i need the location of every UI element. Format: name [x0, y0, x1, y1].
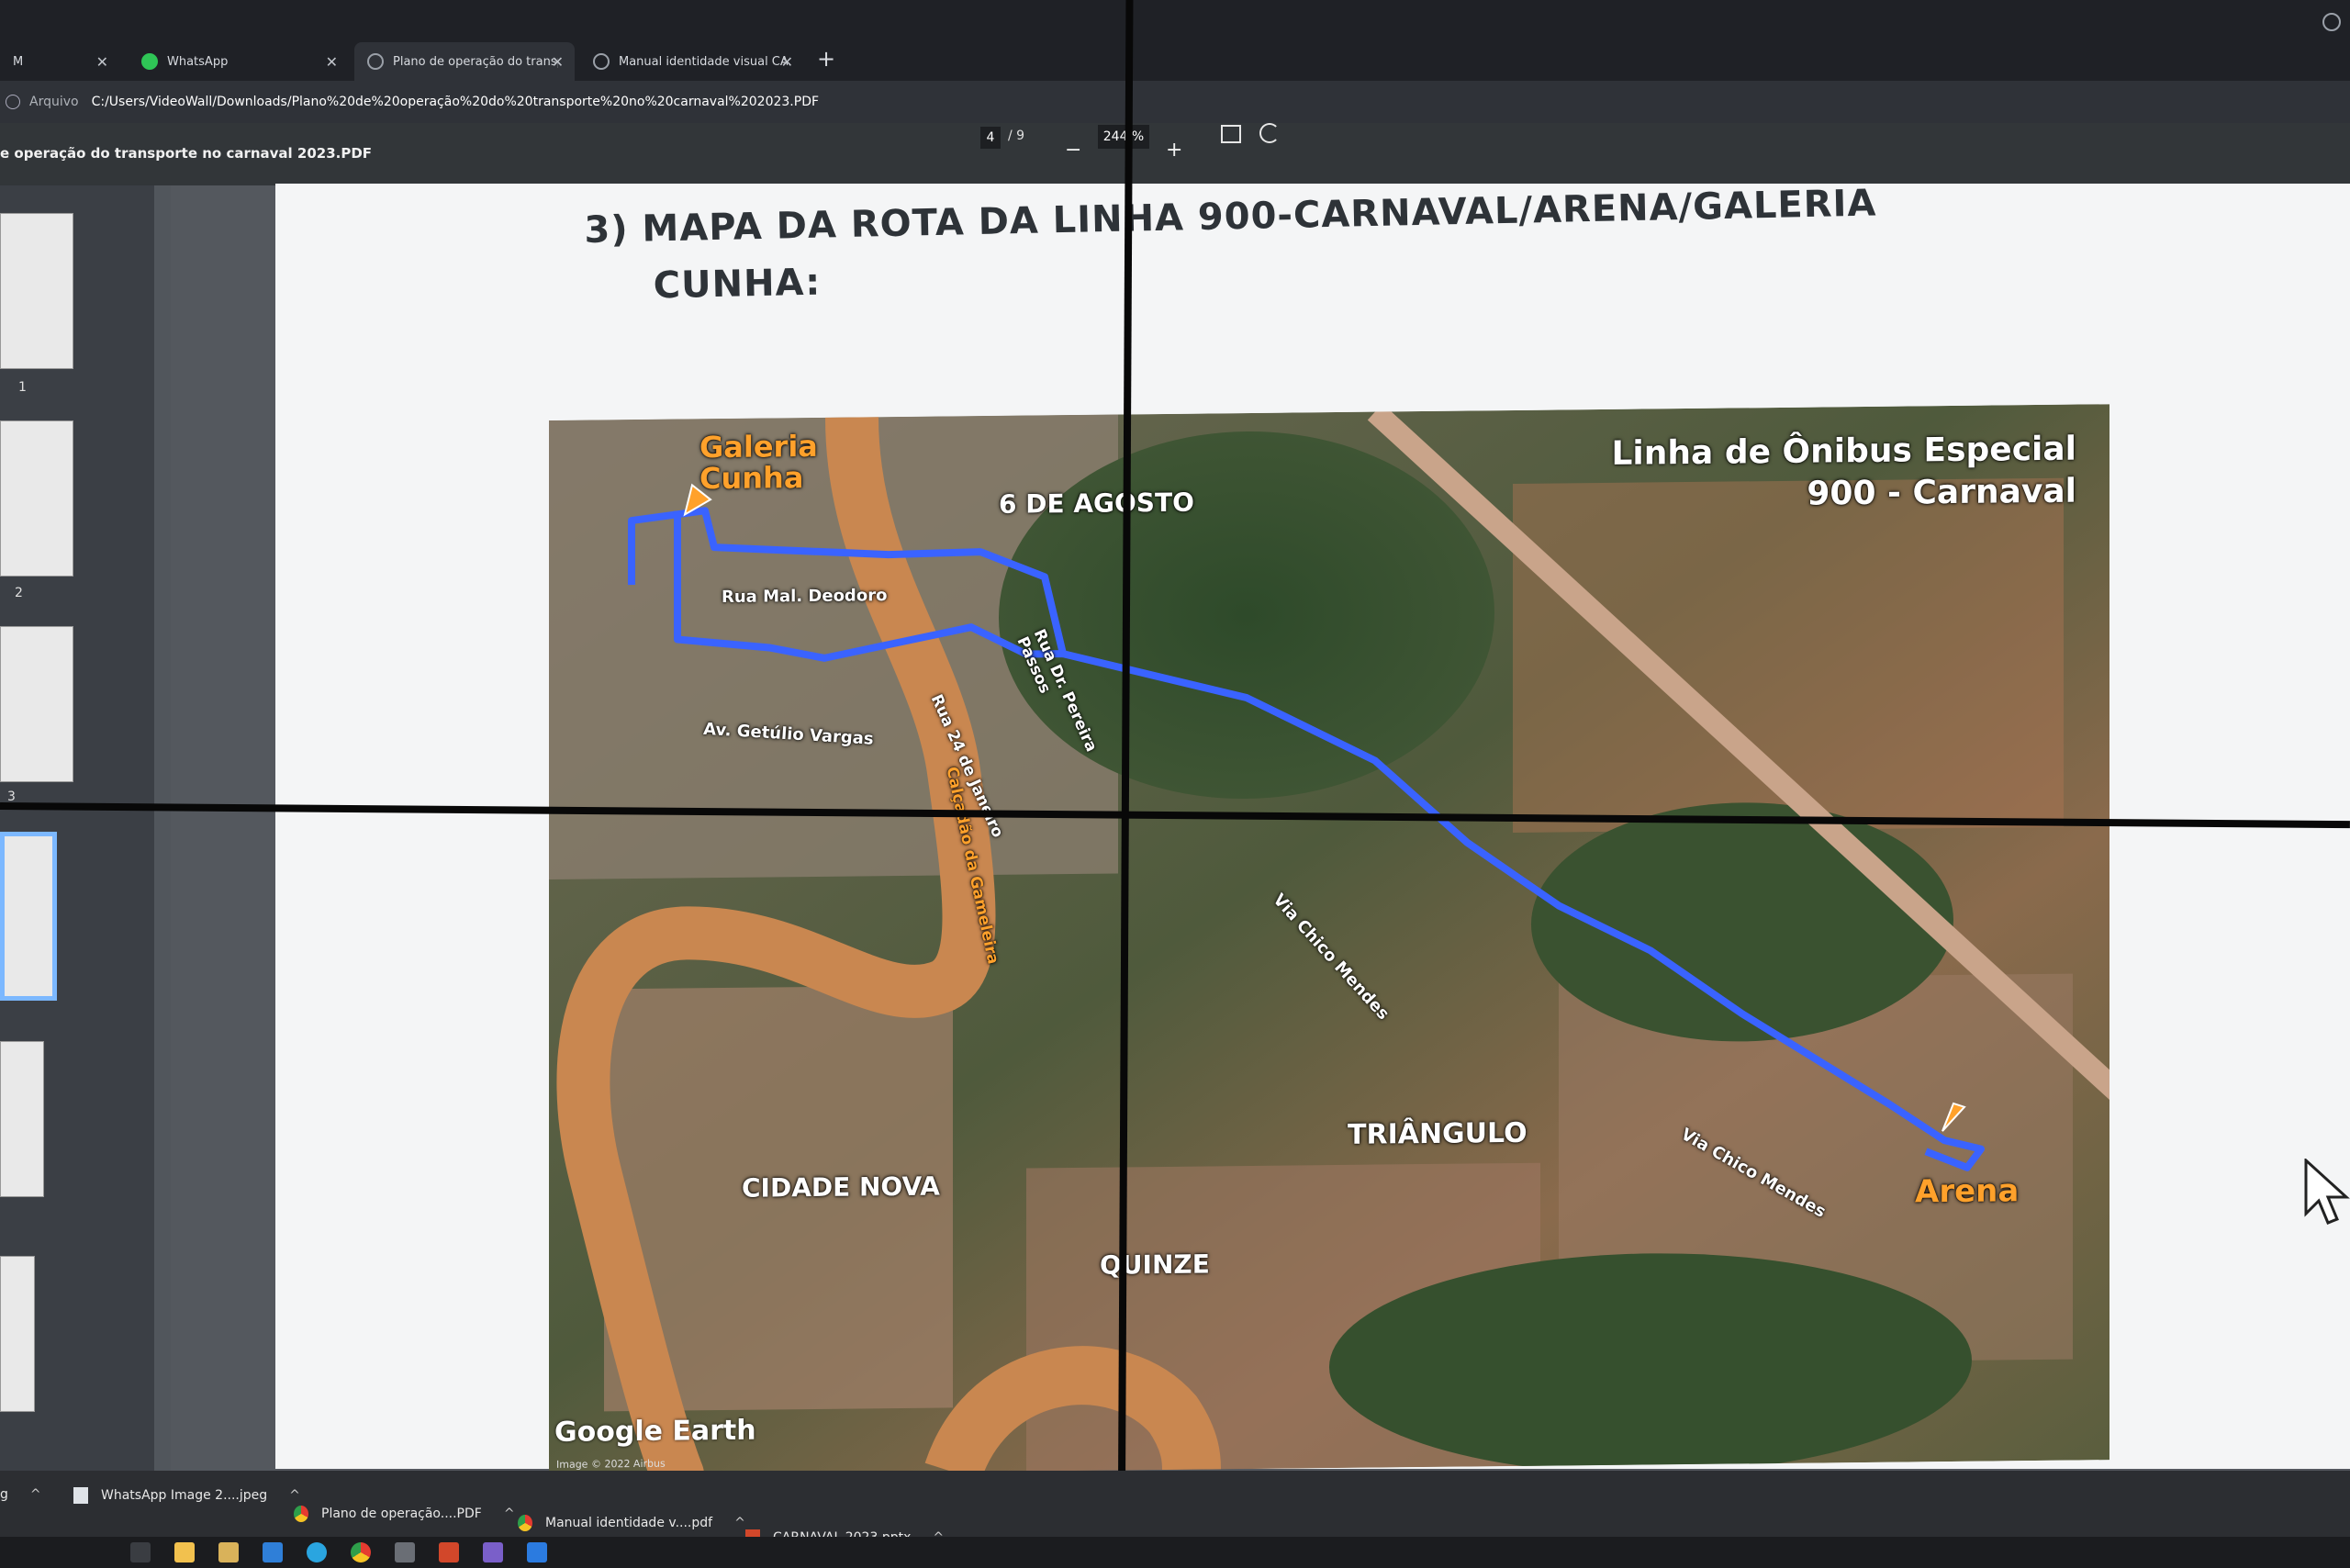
app-icon[interactable] — [483, 1542, 503, 1562]
close-icon[interactable]: ✕ — [326, 53, 338, 71]
neighborhood-label: QUINZE — [1100, 1249, 1210, 1281]
page-thumbnail-1[interactable] — [0, 213, 73, 369]
thumbnail-number: 1 — [18, 380, 27, 395]
page-thumbnail-5[interactable] — [0, 1041, 44, 1197]
fit-page-icon[interactable] — [1221, 125, 1241, 143]
thumbnail-number: 2 — [15, 586, 23, 600]
new-tab-button[interactable]: + — [817, 46, 835, 72]
imagery-copyright: Image © 2022 Airbus — [556, 1457, 666, 1471]
page-count: / 9 — [1008, 129, 1025, 143]
powerpoint-icon[interactable] — [439, 1542, 459, 1562]
globe-icon — [367, 53, 384, 70]
chevron-up-icon[interactable]: ^ — [504, 1506, 515, 1521]
tab-m[interactable]: M ✕ — [0, 42, 119, 81]
legend-line-1: Linha de Ônibus Especial — [1611, 430, 2076, 473]
tab-label: Plano de operação do transporte — [393, 54, 558, 69]
store-icon[interactable] — [218, 1542, 239, 1562]
page-thumbnail-3[interactable] — [0, 626, 73, 782]
zoom-icon[interactable] — [2322, 13, 2341, 31]
pdf-title: e operação do transporte no carnaval 202… — [0, 145, 373, 162]
chrome-icon — [294, 1506, 308, 1522]
info-icon[interactable] — [6, 95, 20, 109]
tab-label: WhatsApp — [167, 54, 229, 69]
close-icon[interactable]: ✕ — [781, 53, 793, 71]
download-item-whatsapp-image[interactable]: WhatsApp Image 2....jpeg ^ — [73, 1487, 300, 1504]
tab-label: Manual identidade visual CARNA — [619, 54, 788, 69]
app-icon[interactable] — [395, 1542, 415, 1562]
word-icon[interactable] — [527, 1542, 547, 1562]
download-label: WhatsApp Image 2....jpeg — [101, 1488, 268, 1503]
address-bar[interactable]: Arquivo C:/Users/VideoWall/Downloads/Pla… — [0, 81, 2350, 123]
page-thumbnail-2[interactable] — [0, 420, 73, 577]
tab-plano-transporte[interactable]: Plano de operação do transporte ✕ — [354, 42, 575, 81]
close-icon[interactable]: ✕ — [96, 53, 108, 71]
rotate-icon[interactable] — [1259, 123, 1280, 143]
stop-label-line: Cunha — [699, 460, 804, 497]
stop-label-galeria-cunha: Galeria Cunha — [699, 429, 818, 497]
tab-manual-identidade[interactable]: Manual identidade visual CARNA ✕ — [580, 42, 804, 81]
task-view-icon[interactable] — [130, 1542, 151, 1562]
download-label: Manual identidade v....pdf — [545, 1516, 713, 1530]
zoom-out-button[interactable]: − — [1065, 123, 1081, 178]
address-scheme: Arquivo — [29, 95, 79, 109]
page-thumbnail-6[interactable] — [0, 1256, 35, 1412]
mouse-cursor-icon — [2304, 1159, 2350, 1225]
file-icon — [73, 1487, 88, 1504]
zoom-level-input[interactable]: 244 % — [1098, 125, 1149, 149]
google-earth-logo: Google Earth — [554, 1414, 756, 1449]
zoom-in-button[interactable]: + — [1166, 123, 1182, 178]
browser-tab-strip — [0, 0, 2350, 81]
whatsapp-icon — [141, 53, 158, 70]
page-thumbnail-4[interactable] — [0, 832, 57, 1001]
chrome-icon — [518, 1515, 532, 1531]
legend-line-2: 900 - Carnaval — [1807, 472, 2076, 513]
download-item-manual-pdf[interactable]: Manual identidade v....pdf ^ — [518, 1515, 745, 1531]
chevron-up-icon[interactable]: ^ — [734, 1516, 745, 1530]
download-label: Plano de operação....PDF — [321, 1506, 482, 1521]
chrome-taskbar-icon[interactable] — [351, 1542, 371, 1562]
edge-icon[interactable] — [307, 1542, 327, 1562]
neighborhood-label: 6 DE AGOSTO — [999, 487, 1194, 520]
neighborhood-label: CIDADE NOVA — [742, 1170, 940, 1204]
neighborhood-label: TRIÂNGULO — [1348, 1116, 1528, 1151]
chevron-up-icon[interactable]: ^ — [30, 1487, 41, 1502]
stop-label-arena: Arena — [1915, 1172, 2020, 1211]
tab-whatsapp[interactable]: WhatsApp ✕ — [129, 42, 349, 81]
globe-icon — [593, 53, 610, 70]
tab-label: M — [13, 54, 24, 69]
route-map: Linha de Ônibus Especial 900 - Carnaval … — [549, 404, 2109, 1476]
file-explorer-icon[interactable] — [174, 1542, 195, 1562]
download-item-plano-pdf[interactable]: Plano de operação....PDF ^ — [294, 1506, 515, 1522]
chevron-up-icon[interactable]: ^ — [289, 1488, 300, 1503]
download-label: g — [0, 1487, 8, 1502]
downloads-bar — [0, 1471, 2350, 1537]
sidebar-scrollbar[interactable] — [154, 185, 171, 1471]
page-number-input[interactable]: 4 — [980, 127, 1001, 149]
close-icon[interactable]: ✕ — [552, 53, 564, 71]
street-label: Rua Mal. Deodoro — [722, 586, 888, 608]
map-legend-title: Linha de Ônibus Especial 900 - Carnaval — [1611, 429, 2076, 518]
download-item-partial[interactable]: g ^ — [0, 1487, 41, 1502]
mail-icon[interactable] — [263, 1542, 283, 1562]
address-url[interactable]: C:/Users/VideoWall/Downloads/Plano%20de%… — [92, 95, 819, 109]
